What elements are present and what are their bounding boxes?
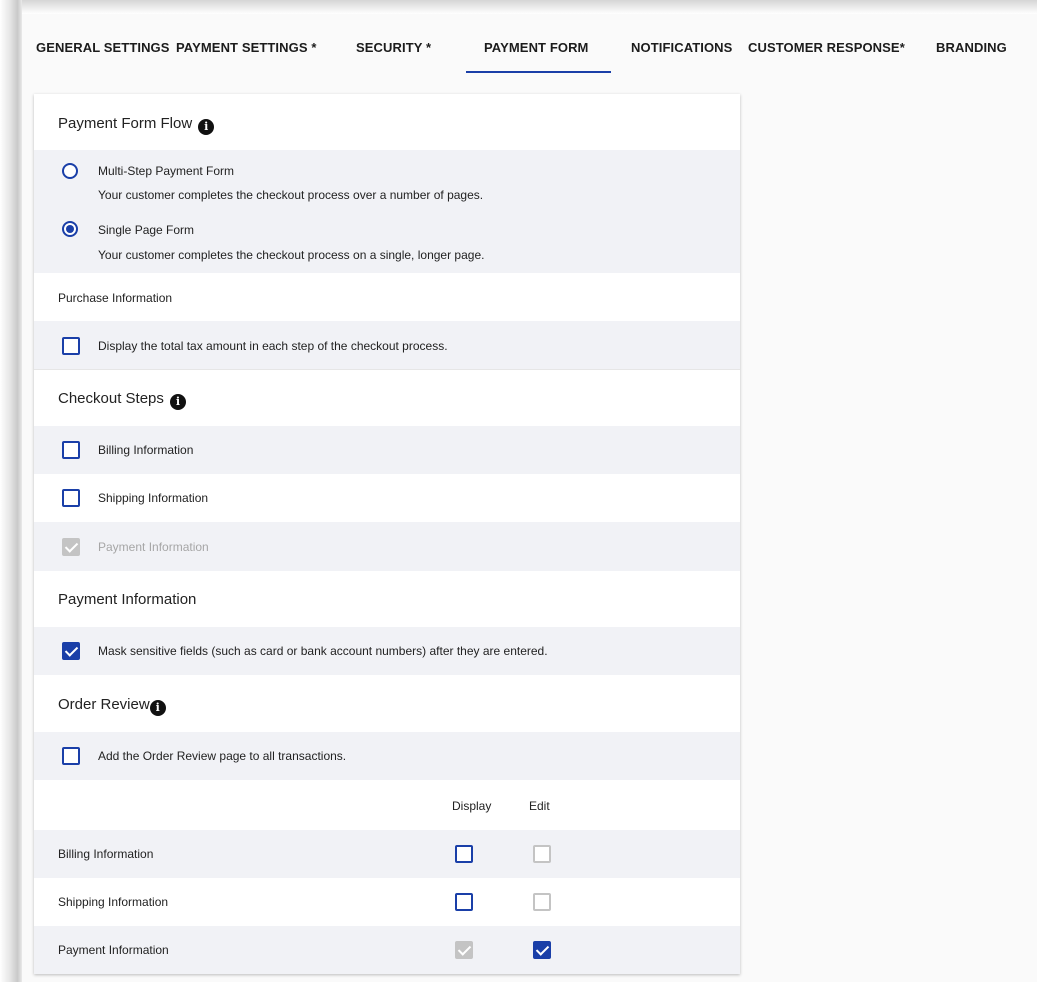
edit-column-header: Edit (529, 799, 550, 813)
shipping-display-checkbox[interactable] (455, 893, 473, 911)
order-review-column-header-row: Display Edit (34, 780, 740, 830)
flow-header-row: Payment Form Flow i (34, 94, 740, 150)
shipping-information-label: Shipping Information (98, 491, 209, 505)
order-review-table-row: Billing Information (34, 830, 740, 878)
shipping-information-checkbox[interactable] (62, 489, 80, 507)
tax-option-row: Display the total tax amount in each ste… (34, 321, 740, 370)
billing-edit-checkbox (533, 845, 551, 863)
billing-display-checkbox[interactable] (455, 845, 473, 863)
mask-sensitive-fields-label: Mask sensitive fields (such as card or b… (98, 644, 548, 658)
active-tab-indicator (466, 71, 611, 73)
display-tax-label: Display the total tax amount in each ste… (98, 339, 448, 353)
section-title-order-review: Order Review i (58, 696, 166, 716)
checkmark-icon (64, 539, 79, 553)
checkout-steps-header-row: Checkout Steps i (34, 370, 740, 426)
order-review-table-row: Shipping Information (34, 878, 740, 926)
multi-step-label: Multi-Step Payment Form (98, 164, 235, 178)
checkmark-icon (457, 942, 472, 956)
payment-form-flow-title: Payment Form Flow (58, 115, 193, 132)
payment-info-header-row: Payment Information (34, 571, 740, 627)
section-title-payment-information: Payment Information (58, 591, 197, 608)
checkout-step-row: Shipping Information (34, 474, 740, 522)
order-review-row-label: Payment Information (58, 943, 169, 957)
payment-edit-checkbox[interactable] (533, 941, 551, 959)
checkout-step-row: Billing Information (34, 426, 740, 474)
multi-step-radio[interactable] (62, 163, 78, 179)
window-frame-top (0, 0, 1037, 14)
order-review-row-label: Billing Information (58, 847, 154, 861)
checkout-step-row: Payment Information (34, 522, 740, 571)
payment-information-label: Payment Information (98, 540, 209, 554)
info-icon[interactable]: i (149, 700, 166, 716)
order-review-table-row: Payment Information (34, 926, 740, 974)
single-page-description: Your customer completes the checkout pro… (98, 248, 485, 262)
section-title-payment-form-flow: Payment Form Flow i (58, 115, 215, 135)
shipping-edit-checkbox (533, 893, 551, 911)
info-icon[interactable]: i (198, 119, 215, 135)
tab-customer-response[interactable]: CUSTOMER RESPONSE* (748, 40, 905, 55)
mask-sensitive-fields-checkbox[interactable] (62, 642, 80, 660)
payment-form-settings-card: Payment Form Flow i Multi-Step Payment Fo… (34, 94, 740, 974)
mask-fields-row: Mask sensitive fields (such as card or b… (34, 627, 740, 675)
tab-security[interactable]: SECURITY * (356, 40, 431, 55)
info-icon[interactable]: i (169, 394, 186, 410)
order-review-header-row: Order Review i (34, 675, 740, 732)
flow-options-row: Multi-Step Payment Form Your customer co… (34, 150, 740, 273)
add-order-review-label: Add the Order Review page to all transac… (98, 749, 347, 763)
payment-display-checkbox (455, 941, 473, 959)
single-page-label: Single Page Form (98, 223, 195, 237)
purchase-information-title: Purchase Information (58, 291, 173, 305)
order-review-row-label: Shipping Information (58, 895, 169, 909)
display-column-header: Display (452, 799, 492, 813)
order-review-title: Order Review (58, 696, 150, 713)
settings-app: GENERAL SETTINGS PAYMENT SETTINGS * SECU… (22, 14, 1037, 982)
radio-selected-dot (66, 225, 74, 233)
tab-notifications[interactable]: NOTIFICATIONS (631, 40, 732, 55)
section-title-checkout-steps: Checkout Steps i (58, 390, 186, 410)
checkmark-icon (64, 643, 79, 657)
tab-general-settings[interactable]: GENERAL SETTINGS (36, 40, 170, 55)
tab-payment-settings[interactable]: PAYMENT SETTINGS * (176, 40, 317, 55)
billing-information-label: Billing Information (98, 443, 194, 457)
checkout-steps-title: Checkout Steps (58, 390, 164, 407)
window-frame-left (0, 0, 22, 982)
settings-tabs: GENERAL SETTINGS PAYMENT SETTINGS * SECU… (22, 14, 1037, 74)
tab-branding[interactable]: BRANDING (936, 40, 1007, 55)
display-tax-checkbox[interactable] (62, 337, 80, 355)
checkmark-icon (535, 942, 550, 956)
billing-information-checkbox[interactable] (62, 441, 80, 459)
single-page-radio[interactable] (62, 221, 78, 237)
purchase-info-header-row: Purchase Information (34, 273, 740, 321)
order-review-add-row: Add the Order Review page to all transac… (34, 732, 740, 780)
tab-payment-form[interactable]: PAYMENT FORM (484, 40, 588, 55)
multi-step-description: Your customer completes the checkout pro… (98, 188, 484, 202)
payment-information-checkbox (62, 538, 80, 556)
add-order-review-checkbox[interactable] (62, 747, 80, 765)
